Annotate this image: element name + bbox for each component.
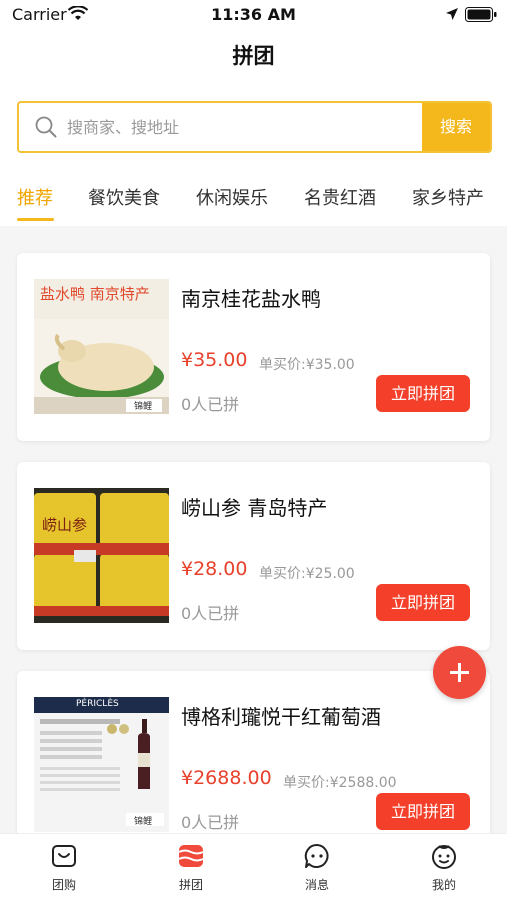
group-price: ¥2688.00 [181, 767, 272, 789]
joined-count: 0人已拼 [181, 395, 240, 414]
joined-count: 0人已拼 [181, 604, 240, 623]
join-group-button[interactable]: 立即拼团 [376, 793, 470, 830]
page-title: 拼团 [232, 44, 275, 68]
battery-icon [465, 7, 497, 22]
chat-icon [304, 843, 329, 868]
group-price: ¥35.00 [181, 349, 248, 371]
tabbar-label: 团购 [51, 878, 76, 892]
tab-specialty[interactable]: 家乡特产 [412, 184, 484, 210]
status-bar: Carrier 11:36 AM [0, 0, 507, 30]
tabbar-item-mine[interactable]: 我的 [404, 842, 484, 893]
image-caption: 崂山参 [42, 516, 88, 534]
search-area: 搜索 [0, 80, 507, 170]
search-box: 搜索 [17, 101, 492, 153]
search-input[interactable] [67, 103, 417, 151]
tab-food[interactable]: 餐饮美食 [88, 184, 160, 210]
search-icon [35, 116, 57, 138]
group-icon [178, 845, 204, 867]
tabbar-item-pintuan[interactable]: 拼团 [151, 842, 231, 893]
nav-bar: 拼团 [0, 30, 507, 80]
product-card[interactable]: PÉRICLÈS 锦鲤 博格利瓏悦干红葡萄酒 ¥2688.00 单买价:¥258… [17, 671, 490, 833]
image-badge: 锦鲤 [134, 402, 153, 412]
product-name: 崂山参 青岛特产 [181, 496, 328, 520]
product-card[interactable]: 盐水鸭 南京特产 锦鲤 南京桂花盐水鸭 ¥35.00 单买价:¥35.00 0人… [17, 253, 490, 441]
bag-icon [52, 845, 76, 867]
product-image: 崂山参 [34, 488, 169, 623]
image-badge: 锦鲤 [134, 817, 153, 827]
tab-leisure[interactable]: 休闲娱乐 [196, 184, 268, 210]
tab-recommend[interactable]: 推荐 [17, 184, 53, 210]
product-image: 盐水鸭 南京特产 锦鲤 [34, 279, 169, 414]
active-tab-indicator [17, 218, 54, 221]
image-caption: 盐水鸭 南京特产 [40, 285, 150, 303]
tab-wine[interactable]: 名贵红酒 [304, 184, 376, 210]
smile-icon [432, 845, 456, 869]
tabbar-item-messages[interactable]: 消息 [277, 842, 357, 893]
category-tabs: 推荐 餐饮美食 休闲娱乐 名贵红酒 家乡特产 [0, 170, 507, 226]
add-button[interactable] [433, 646, 486, 699]
tabbar-label: 我的 [431, 878, 456, 892]
product-card[interactable]: 崂山参 崂山参 青岛特产 ¥28.00 单买价:¥25.00 0人已拼 立即拼团 [17, 462, 490, 650]
clock: 11:36 AM [211, 5, 296, 24]
product-image: PÉRICLÈS 锦鲤 [34, 697, 169, 832]
single-price: 单买价:¥2588.00 [283, 775, 397, 791]
bottom-tab-bar: 团购 拼团 消息 我的 [0, 833, 507, 900]
product-name: 博格利瓏悦干红葡萄酒 [181, 705, 381, 729]
image-caption: PÉRICLÈS [76, 699, 119, 709]
product-list[interactable]: 盐水鸭 南京特产 锦鲤 南京桂花盐水鸭 ¥35.00 单买价:¥35.00 0人… [0, 226, 507, 833]
group-price: ¥28.00 [181, 558, 248, 580]
join-group-button[interactable]: 立即拼团 [376, 584, 470, 621]
search-button[interactable]: 搜索 [422, 103, 490, 151]
single-price: 单买价:¥25.00 [259, 566, 355, 582]
tabbar-label: 消息 [304, 878, 329, 892]
join-group-button[interactable]: 立即拼团 [376, 375, 470, 412]
tabbar-label: 拼团 [178, 878, 203, 892]
joined-count: 0人已拼 [181, 813, 240, 832]
tabbar-item-tuangou[interactable]: 团购 [24, 842, 104, 893]
product-name: 南京桂花盐水鸭 [181, 287, 321, 311]
single-price: 单买价:¥35.00 [259, 357, 355, 373]
location-arrow-icon [446, 8, 458, 20]
